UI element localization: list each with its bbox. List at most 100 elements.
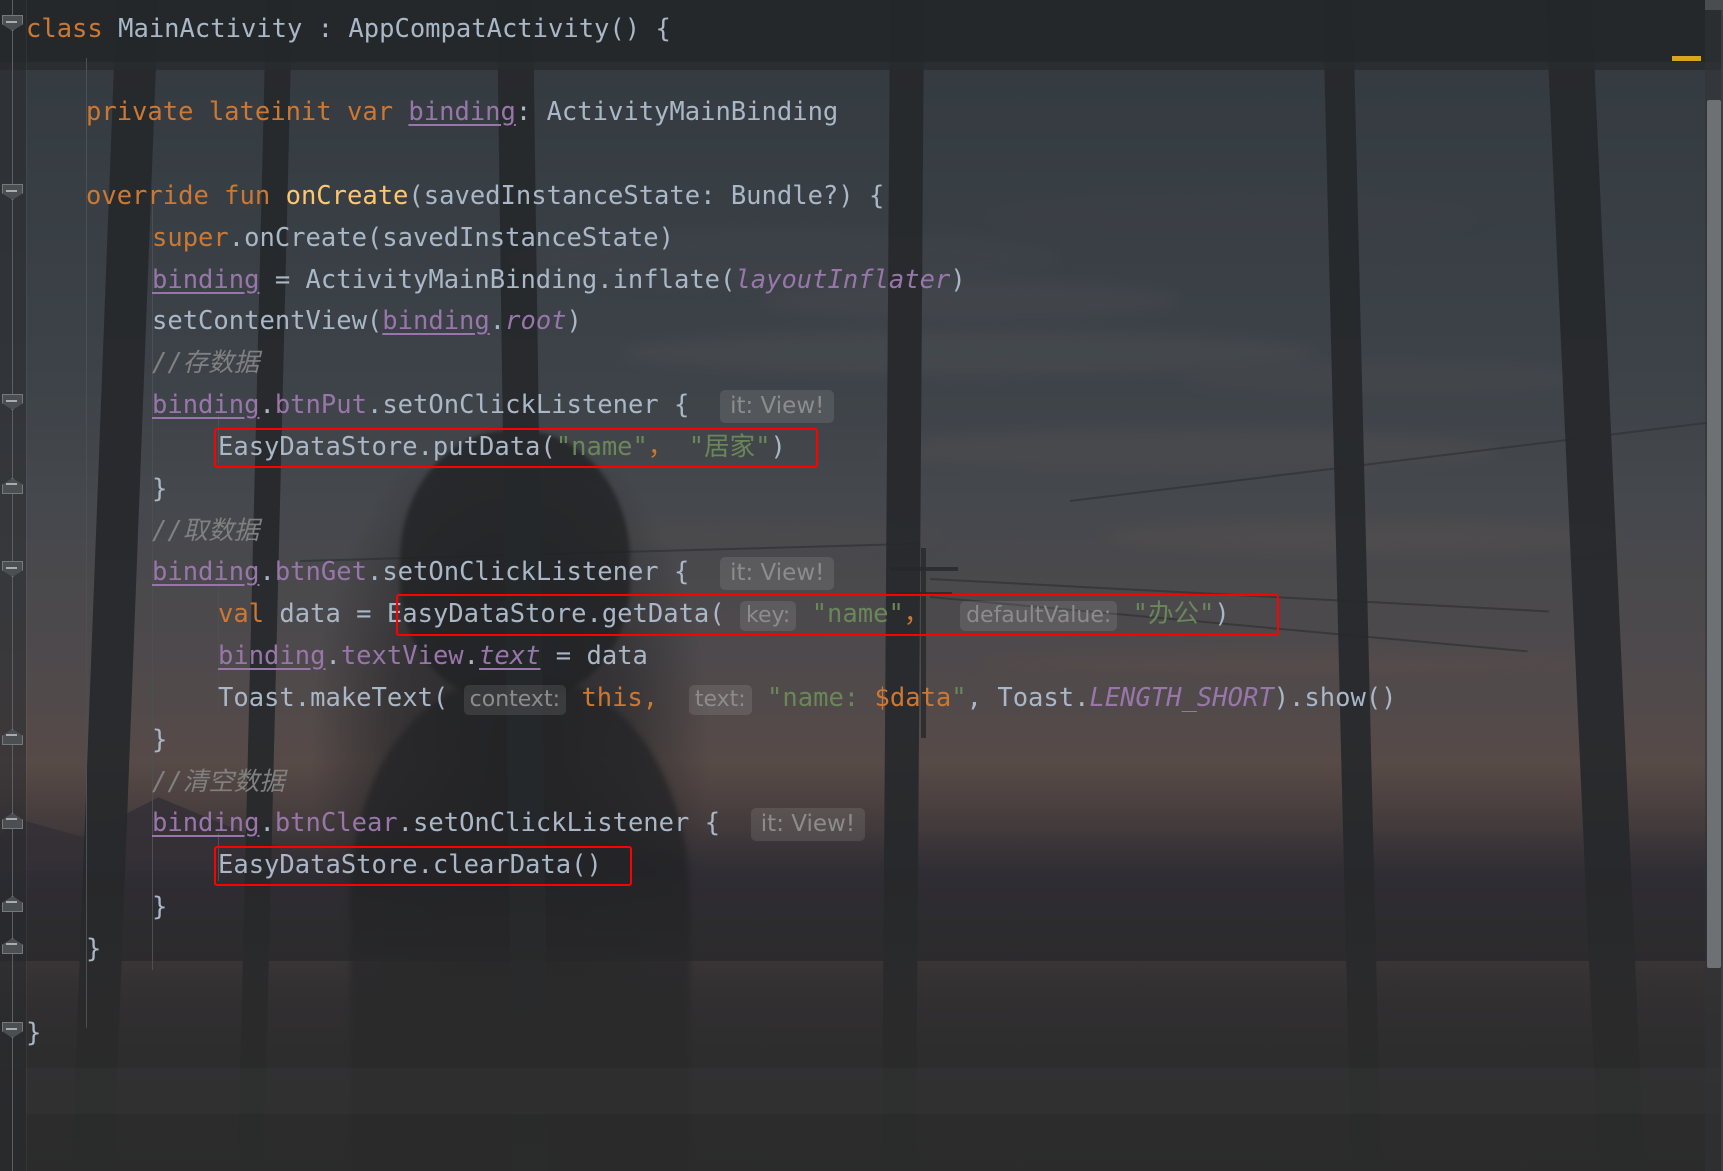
token-call: setOnClickListener [413,808,690,838]
token-call: setContentView( [152,306,383,336]
token-property: root [505,306,567,336]
code-line[interactable]: //取数据 [152,510,1723,552]
token-punct: . [259,808,275,838]
token-brace: { [658,390,690,420]
token-assign: = data [540,641,648,671]
token-property: binding [152,557,260,587]
token-brace: } [152,474,168,504]
code-text-area[interactable]: class MainActivity : AppCompatActivity()… [0,0,1723,1171]
code-line[interactable]: binding = ActivityMainBinding.inflate(la… [152,259,1723,301]
token-punct: . [397,808,414,838]
token-member: btnPut [274,390,367,420]
token-brace: } [152,892,168,922]
code-line[interactable]: EasyDataStore.clearData() [218,844,1723,886]
token-params: (savedInstanceState: Bundle?) { [408,181,885,211]
code-line[interactable]: //存数据 [152,342,1723,384]
code-line[interactable]: EasyDataStore.putData("name"， "居家") [218,426,1723,468]
token-string: "name" [555,432,648,462]
token-string: " [951,683,967,713]
token-call: , Toast. [966,683,1090,713]
token-property: binding [152,265,260,295]
token-brace: } [26,1018,42,1048]
code-line[interactable]: override fun onCreate(savedInstanceState… [86,175,1723,217]
token-punct: . [366,557,383,587]
token-punct: . [366,390,383,420]
token-string: "name" [811,599,904,629]
token-brace: { [658,557,690,587]
token-brace: } [152,725,168,755]
code-line[interactable]: super.onCreate(savedInstanceState) [152,217,1723,259]
token-keyword: super [152,223,229,253]
token-brace: { [689,808,721,838]
code-line[interactable]: binding.textView.text = data [218,635,1723,677]
token-punct: . [325,641,341,671]
token-punct: ) [770,432,786,462]
token-punct: ) [1214,599,1230,629]
token-punct: ， [647,432,689,462]
token-punct: ， [903,599,930,629]
token-comment: //取数据 [152,516,260,546]
token-brace: } [86,934,102,964]
token-property: binding [382,306,490,336]
code-line[interactable]: binding.btnClear.setOnClickListener { it… [152,802,1723,844]
token-punct: ) [566,306,582,336]
token-call: EasyDataStore.putData( [218,432,556,462]
code-line[interactable]: } [86,928,1723,970]
code-line[interactable]: } [152,886,1723,928]
token-property: binding [152,808,260,838]
token-punct: : [302,14,349,44]
code-editor-window: class MainActivity : AppCompatActivity()… [0,0,1723,1171]
code-line[interactable]: setContentView(binding.root) [152,300,1723,342]
parameter-hint-defaultvalue: defaultValue: [960,601,1118,631]
token-call: .onCreate(savedInstanceState) [228,223,674,253]
code-line[interactable]: class MainActivity : AppCompatActivity()… [26,8,1723,50]
token-variable: data = [264,599,387,629]
token-property: binding [152,390,260,420]
token-string: "办公" [1132,599,1215,629]
token-property: binding [218,641,326,671]
token-classname: MainActivity [118,14,303,44]
token-supertype: AppCompatActivity() { [348,14,671,44]
code-line[interactable]: } [152,719,1723,761]
code-line[interactable]: //清空数据 [152,761,1723,803]
lambda-parameter-hint: it: View! [720,390,835,423]
token-punct: . [489,306,506,336]
token-keyword: override fun [86,181,271,211]
token-keyword: val [218,599,265,629]
code-line[interactable]: Toast.makeText( context: this, text: "na… [218,677,1723,719]
token-punct: . [259,557,275,587]
token-keyword: this, [581,683,659,713]
code-line[interactable]: binding.btnGet.setOnClickListener { it: … [152,551,1723,593]
token-string: "name: [767,683,875,713]
warning-marker-icon[interactable] [1672,56,1701,61]
token-member: btnGet [274,557,367,587]
code-line[interactable]: binding.btnPut.setOnClickListener { it: … [152,384,1723,426]
parameter-hint-text: text: [688,685,752,715]
token-comment: //清空数据 [152,767,285,797]
editor-scrollbar-thumb[interactable] [1707,100,1721,968]
token-constant: LENGTH_SHORT [1089,683,1274,713]
token-keyword: private lateinit var [86,97,394,127]
code-line[interactable]: } [26,1012,1723,1054]
code-line[interactable]: } [152,468,1723,510]
token-function: onCreate [285,181,409,211]
token-call: = ActivityMainBinding.inflate( [259,265,736,295]
code-line[interactable]: private lateinit var binding: ActivityMa… [86,91,1723,133]
parameter-hint-context: context: [463,685,566,715]
token-call: ).show() [1273,683,1397,713]
code-line[interactable]: val data = EasyDataStore.getData( key: "… [218,593,1723,635]
token-member: btnClear [274,808,398,838]
token-member: textView [340,641,464,671]
token-punct: ) [950,265,966,295]
token-template-var: $data [874,683,952,713]
